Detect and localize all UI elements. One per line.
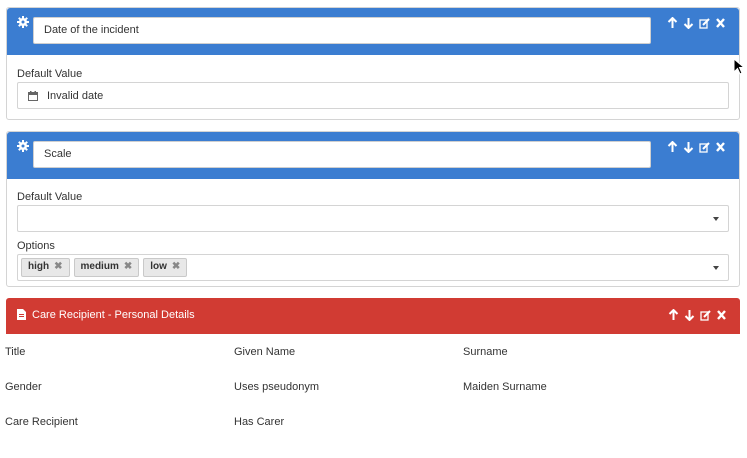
arrow-up-icon[interactable] [667,141,678,153]
options-label: Options [17,240,55,252]
default-value-label: Default Value [17,191,83,203]
section-field-given-name: Given Name [234,346,296,358]
close-icon[interactable] [715,141,726,153]
close-icon[interactable]: ✖ [124,261,132,272]
close-icon[interactable] [716,309,727,321]
file-icon [17,309,26,320]
field-header: Scale [7,132,739,179]
option-tag: low ✖ [143,258,188,277]
arrow-down-icon[interactable] [684,309,695,321]
section-field-surname: Surname [463,346,508,358]
option-tag-label: medium [80,261,119,272]
edit-icon[interactable] [700,309,711,321]
section-actions [668,309,727,321]
section-header: Care Recipient - Personal Details [6,298,740,334]
gear-icon[interactable] [17,140,29,152]
arrow-up-icon[interactable] [667,17,678,29]
section-field-care-recipient: Care Recipient [5,416,78,428]
option-tag-label: high [28,261,50,272]
close-icon[interactable] [715,17,726,29]
section-field-has-carer: Has Carer [234,416,285,428]
option-tag: medium ✖ [73,258,140,277]
chevron-down-icon[interactable] [713,217,719,221]
options-select[interactable]: high ✖ medium ✖ low ✖ [17,254,729,281]
mouse-cursor-icon [733,58,745,75]
option-tag: high ✖ [21,258,70,277]
field-name-input[interactable]: Date of the incident [33,17,651,44]
section-field-uses-pseudonym: Uses pseudonym [234,381,319,393]
section-panel: Care Recipient - Personal Details [6,298,740,458]
field-panel-scale: Scale Default Value Options high ✖ mediu… [6,131,740,287]
arrow-down-icon[interactable] [683,17,694,29]
arrow-down-icon[interactable] [683,141,694,153]
field-body: Default Value Options high ✖ medium ✖ lo… [7,179,739,291]
section-field-maiden-surname: Maiden Surname [463,381,547,393]
field-actions [667,141,726,153]
section-field-title: Title [5,346,26,358]
close-icon[interactable]: ✖ [54,261,62,272]
calendar-icon [28,91,38,101]
field-header: Date of the incident [7,8,739,55]
option-tag-label: low [150,261,167,272]
field-actions [667,17,726,29]
default-date-input[interactable]: Invalid date [17,82,729,109]
field-panel-date: Date of the incident Default Value Inval… [6,7,740,120]
gear-icon[interactable] [17,16,29,28]
field-body: Default Value Invalid date [7,55,739,119]
default-value-label: Default Value [17,68,83,80]
section-title: Care Recipient - Personal Details [32,309,195,321]
close-icon[interactable]: ✖ [172,261,180,272]
options-tags: high ✖ medium ✖ low ✖ [21,258,188,277]
default-value-select[interactable] [17,205,729,232]
section-field-gender: Gender [5,381,42,393]
edit-icon[interactable] [699,141,710,153]
field-name-input[interactable]: Scale [33,141,651,168]
default-date-value: Invalid date [47,90,104,102]
chevron-down-icon[interactable] [713,266,719,270]
arrow-up-icon[interactable] [668,309,679,321]
edit-icon[interactable] [699,17,710,29]
